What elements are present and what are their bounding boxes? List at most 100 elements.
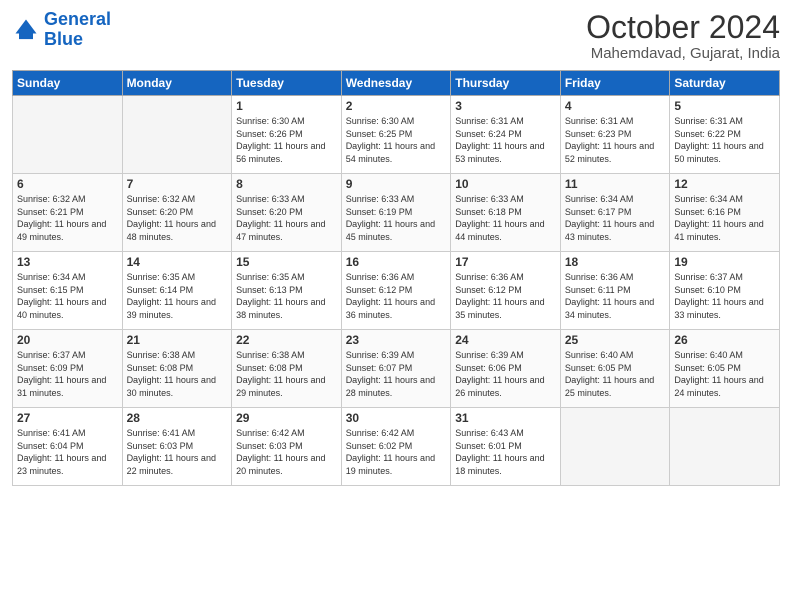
day-cell	[122, 96, 232, 174]
day-cell: 9 Sunrise: 6:33 AMSunset: 6:19 PMDaylight…	[341, 174, 451, 252]
day-info: Sunrise: 6:31 AMSunset: 6:24 PMDaylight:…	[455, 115, 556, 165]
day-info: Sunrise: 6:32 AMSunset: 6:21 PMDaylight:…	[17, 193, 118, 243]
day-number: 6	[17, 177, 118, 191]
logo-icon	[12, 16, 40, 44]
day-info: Sunrise: 6:41 AMSunset: 6:03 PMDaylight:…	[127, 427, 228, 477]
col-header-saturday: Saturday	[670, 71, 780, 96]
day-cell: 12Sunrise: 6:34 AMSunset: 6:16 PMDayligh…	[670, 174, 780, 252]
col-header-wednesday: Wednesday	[341, 71, 451, 96]
day-cell: 1Sunrise: 6:30 AMSunset: 6:26 PMDaylight…	[232, 96, 342, 174]
location-subtitle: Mahemdavad, Gujarat, India	[586, 45, 780, 62]
calendar-table: SundayMondayTuesdayWednesdayThursdayFrid…	[12, 70, 780, 486]
day-cell: 21Sunrise: 6:38 AMSunset: 6:08 PMDayligh…	[122, 330, 232, 408]
day-info: Sunrise: 6:37 AMSunset: 6:10 PMDaylight:…	[674, 271, 775, 321]
day-number: 22	[236, 333, 337, 347]
day-info: Sunrise: 6:33 AMSunset: 6:18 PMDaylight:…	[455, 193, 556, 243]
day-cell: 19 Sunrise: 6:37 AMSunset: 6:10 PMDayligh…	[670, 252, 780, 330]
day-cell: 8Sunrise: 6:33 AMSunset: 6:20 PMDaylight…	[232, 174, 342, 252]
day-info: Sunrise: 6:32 AMSunset: 6:20 PMDaylight:…	[127, 193, 228, 243]
day-cell: 23 Sunrise: 6:39 AMSunset: 6:07 PMDayligh…	[341, 330, 451, 408]
day-number: 16	[346, 255, 447, 269]
day-number: 17	[455, 255, 556, 269]
day-number: 11	[565, 177, 666, 191]
day-info: Sunrise: 6:43 AMSunset: 6:01 PMDaylight:…	[455, 427, 556, 477]
day-number: 27	[17, 411, 118, 425]
day-number: 31	[455, 411, 556, 425]
day-number: 30	[346, 411, 447, 425]
day-info: Sunrise: 6:33 AMSunset: 6:19 PMDaylight:…	[346, 193, 447, 243]
day-info: Sunrise: 6:39 AMSunset: 6:07 PMDaylight:…	[346, 349, 447, 399]
day-info: Sunrise: 6:36 AMSunset: 6:12 PMDaylight:…	[346, 271, 447, 321]
week-row-1: 6 Sunrise: 6:32 AMSunset: 6:21 PMDaylight…	[13, 174, 780, 252]
day-info: Sunrise: 6:41 AMSunset: 6:04 PMDaylight:…	[17, 427, 118, 477]
logo-general: General	[44, 9, 111, 29]
day-info: Sunrise: 6:34 AMSunset: 6:17 PMDaylight:…	[565, 193, 666, 243]
col-header-friday: Friday	[560, 71, 670, 96]
day-number: 24	[455, 333, 556, 347]
day-number: 29	[236, 411, 337, 425]
day-cell: 29 Sunrise: 6:42 AMSunset: 6:03 PMDayligh…	[232, 408, 342, 486]
day-cell: 27 Sunrise: 6:41 AMSunset: 6:04 PMDayligh…	[13, 408, 123, 486]
day-cell: 14 Sunrise: 6:35 AMSunset: 6:14 PMDayligh…	[122, 252, 232, 330]
day-number: 14	[127, 255, 228, 269]
day-number: 3	[455, 99, 556, 113]
page-header: General Blue October 2024 Mahemdavad, Gu…	[12, 10, 780, 62]
day-cell: 18 Sunrise: 6:36 AMSunset: 6:11 PMDayligh…	[560, 252, 670, 330]
day-info: Sunrise: 6:38 AMSunset: 6:08 PMDaylight:…	[236, 349, 337, 399]
day-info: Sunrise: 6:37 AMSunset: 6:09 PMDaylight:…	[17, 349, 118, 399]
day-cell: 6 Sunrise: 6:32 AMSunset: 6:21 PMDaylight…	[13, 174, 123, 252]
day-cell: 24Sunrise: 6:39 AMSunset: 6:06 PMDayligh…	[451, 330, 561, 408]
day-cell: 26Sunrise: 6:40 AMSunset: 6:05 PMDayligh…	[670, 330, 780, 408]
day-number: 25	[565, 333, 666, 347]
day-number: 5	[674, 99, 775, 113]
day-cell: 10 Sunrise: 6:33 AMSunset: 6:18 PMDayligh…	[451, 174, 561, 252]
day-cell: 11 Sunrise: 6:34 AMSunset: 6:17 PMDayligh…	[560, 174, 670, 252]
logo-text: General Blue	[44, 10, 111, 50]
day-number: 28	[127, 411, 228, 425]
day-number: 19	[674, 255, 775, 269]
day-number: 13	[17, 255, 118, 269]
week-row-4: 27 Sunrise: 6:41 AMSunset: 6:04 PMDayligh…	[13, 408, 780, 486]
week-row-3: 20 Sunrise: 6:37 AMSunset: 6:09 PMDayligh…	[13, 330, 780, 408]
day-number: 23	[346, 333, 447, 347]
month-title: October 2024	[586, 10, 780, 45]
day-info: Sunrise: 6:31 AMSunset: 6:22 PMDaylight:…	[674, 115, 775, 165]
day-info: Sunrise: 6:31 AMSunset: 6:23 PMDaylight:…	[565, 115, 666, 165]
day-cell: 20 Sunrise: 6:37 AMSunset: 6:09 PMDayligh…	[13, 330, 123, 408]
day-cell: 7 Sunrise: 6:32 AMSunset: 6:20 PMDaylight…	[122, 174, 232, 252]
day-number: 21	[127, 333, 228, 347]
col-header-sunday: Sunday	[13, 71, 123, 96]
day-cell: 28 Sunrise: 6:41 AMSunset: 6:03 PMDayligh…	[122, 408, 232, 486]
day-number: 4	[565, 99, 666, 113]
logo: General Blue	[12, 10, 111, 50]
day-number: 18	[565, 255, 666, 269]
day-number: 10	[455, 177, 556, 191]
day-info: Sunrise: 6:36 AMSunset: 6:11 PMDaylight:…	[565, 271, 666, 321]
day-number: 20	[17, 333, 118, 347]
day-number: 9	[346, 177, 447, 191]
day-number: 7	[127, 177, 228, 191]
logo-blue: Blue	[44, 29, 83, 49]
day-info: Sunrise: 6:34 AMSunset: 6:15 PMDaylight:…	[17, 271, 118, 321]
day-cell	[670, 408, 780, 486]
day-info: Sunrise: 6:42 AMSunset: 6:03 PMDaylight:…	[236, 427, 337, 477]
day-info: Sunrise: 6:42 AMSunset: 6:02 PMDaylight:…	[346, 427, 447, 477]
week-row-0: 1Sunrise: 6:30 AMSunset: 6:26 PMDaylight…	[13, 96, 780, 174]
day-info: Sunrise: 6:30 AMSunset: 6:25 PMDaylight:…	[346, 115, 447, 165]
day-info: Sunrise: 6:36 AMSunset: 6:12 PMDaylight:…	[455, 271, 556, 321]
day-info: Sunrise: 6:40 AMSunset: 6:05 PMDaylight:…	[565, 349, 666, 399]
day-cell: 13 Sunrise: 6:34 AMSunset: 6:15 PMDayligh…	[13, 252, 123, 330]
day-info: Sunrise: 6:40 AMSunset: 6:05 PMDaylight:…	[674, 349, 775, 399]
header-row: SundayMondayTuesdayWednesdayThursdayFrid…	[13, 71, 780, 96]
week-row-2: 13 Sunrise: 6:34 AMSunset: 6:15 PMDayligh…	[13, 252, 780, 330]
col-header-thursday: Thursday	[451, 71, 561, 96]
day-cell: 3 Sunrise: 6:31 AMSunset: 6:24 PMDaylight…	[451, 96, 561, 174]
day-cell	[13, 96, 123, 174]
day-number: 1	[236, 99, 337, 113]
day-info: Sunrise: 6:35 AMSunset: 6:14 PMDaylight:…	[127, 271, 228, 321]
day-info: Sunrise: 6:34 AMSunset: 6:16 PMDaylight:…	[674, 193, 775, 243]
day-cell: 2Sunrise: 6:30 AMSunset: 6:25 PMDaylight…	[341, 96, 451, 174]
day-cell: 31 Sunrise: 6:43 AMSunset: 6:01 PMDayligh…	[451, 408, 561, 486]
day-cell: 4 Sunrise: 6:31 AMSunset: 6:23 PMDaylight…	[560, 96, 670, 174]
day-cell: 22 Sunrise: 6:38 AMSunset: 6:08 PMDayligh…	[232, 330, 342, 408]
